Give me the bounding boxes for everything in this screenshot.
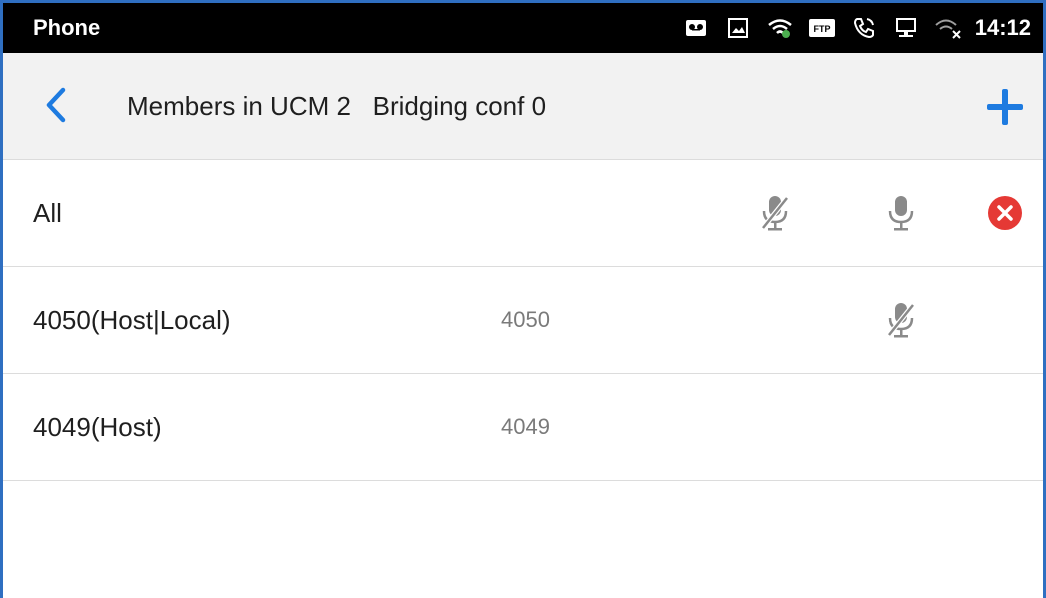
mic-off-icon [887, 303, 915, 338]
close-circle-icon [988, 196, 1022, 230]
chevron-left-icon [46, 87, 66, 123]
kick-all-button[interactable] [985, 193, 1025, 233]
page-title: Members in UCM 2 Bridging conf 0 [127, 91, 547, 121]
list-item-member[interactable]: 4049(Host) 4049 [3, 374, 1043, 481]
voicemail-icon [679, 13, 713, 43]
wifi-off-icon [931, 13, 965, 43]
network-icon [889, 13, 923, 43]
status-bar: Phone FTP 14:12 [3, 3, 1043, 53]
wifi-icon [763, 13, 797, 43]
image-icon [721, 13, 755, 43]
toolbar: Members in UCM 2 Bridging conf 0 [3, 53, 1043, 160]
status-icons: FTP 14:12 [671, 3, 1031, 53]
plus-icon [987, 89, 1023, 125]
member-list: All 4050(Host|Local) 4050 4049(Host) 404… [3, 160, 1043, 481]
list-item-all[interactable]: All [3, 160, 1043, 267]
member-name: 4050(Host|Local) [33, 305, 231, 335]
ftp-icon: FTP [805, 13, 839, 43]
phone-call-icon [847, 13, 881, 43]
member-number: 4049 [501, 414, 550, 439]
svg-text:FTP: FTP [813, 24, 830, 34]
mic-off-icon [761, 196, 789, 231]
mute-all-button[interactable] [755, 193, 795, 233]
back-button[interactable] [33, 83, 77, 127]
add-member-button[interactable] [981, 83, 1029, 131]
member-name: All [33, 198, 62, 228]
app-window: Phone FTP 14:12 Members in UCM 2 Bridgin… [0, 0, 1046, 598]
member-name: 4049(Host) [33, 412, 162, 442]
status-app-name: Phone [33, 15, 101, 40]
unmute-all-button[interactable] [881, 193, 921, 233]
member-number: 4050 [501, 307, 550, 332]
status-clock: 14:12 [974, 15, 1031, 40]
list-item-member[interactable]: 4050(Host|Local) 4050 [3, 267, 1043, 374]
mic-icon [888, 196, 914, 231]
member-mute-button[interactable] [881, 300, 921, 340]
